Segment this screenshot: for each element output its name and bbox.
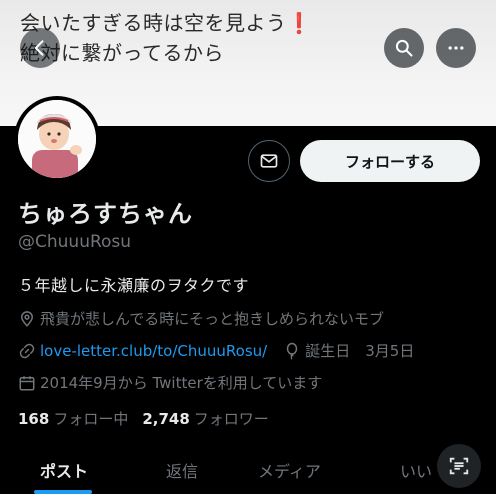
calendar-icon bbox=[18, 374, 36, 392]
profile-link[interactable]: love-letter.club/to/ChuuuRosu/ bbox=[40, 342, 267, 360]
search-icon bbox=[395, 39, 413, 57]
following-label: フォロー中 bbox=[53, 410, 129, 428]
active-tab-indicator bbox=[34, 490, 92, 494]
following-link[interactable]: 168 フォロー中 bbox=[18, 408, 128, 429]
follow-button[interactable]: フォローする bbox=[300, 140, 480, 182]
more-icon bbox=[448, 46, 464, 50]
arrow-left-icon bbox=[34, 40, 44, 56]
scan-text-button[interactable] bbox=[437, 444, 481, 488]
joined-row: 2014年9月から Twitterを利用しています bbox=[18, 372, 322, 393]
followers-link[interactable]: 2,748 フォロワー bbox=[142, 408, 268, 429]
followers-label: フォロワー bbox=[193, 410, 269, 428]
tab-posts[interactable]: ポスト bbox=[40, 458, 88, 482]
birthday: 誕生日 3月5日 bbox=[283, 340, 414, 361]
mail-icon bbox=[260, 154, 278, 168]
exclamation-mark: ❗ bbox=[286, 11, 312, 35]
profile-tabs: ポスト 返信 メディア いい bbox=[0, 446, 496, 494]
scan-text-icon bbox=[449, 457, 469, 475]
tab-likes[interactable]: いい bbox=[400, 458, 432, 482]
joined-text: 2014年9月から Twitterを利用しています bbox=[40, 374, 323, 392]
tab-media[interactable]: メディア bbox=[258, 458, 321, 482]
birthday-text: 誕生日 3月5日 bbox=[305, 342, 415, 360]
followers-count: 2,748 bbox=[142, 410, 190, 428]
user-handle: @ChuuuRosu bbox=[18, 232, 132, 252]
tab-replies[interactable]: 返信 bbox=[166, 458, 198, 482]
display-name: ちゅろすちゃん bbox=[18, 200, 193, 228]
avatar[interactable] bbox=[14, 96, 100, 182]
link-row: love-letter.club/to/ChuuuRosu/ 誕生日 3月5日 bbox=[18, 340, 414, 361]
balloon-icon bbox=[283, 342, 301, 360]
follow-stats: 168 フォロー中 2,748 フォロワー bbox=[18, 408, 269, 429]
search-button[interactable] bbox=[384, 28, 424, 68]
back-button[interactable] bbox=[20, 28, 60, 68]
location-icon bbox=[18, 310, 36, 328]
avatar-image bbox=[18, 100, 96, 178]
banner-line-2: 絶対に繋がってるから bbox=[20, 41, 224, 65]
banner-text: 会いたすぎる時は空を見よう❗ 絶対に繋がってるから bbox=[20, 8, 312, 68]
bio: ５年越しに永瀬廉のヲタクです bbox=[18, 276, 250, 295]
message-button[interactable] bbox=[248, 140, 290, 182]
link-icon bbox=[18, 342, 36, 360]
location-row: 飛貴が悲しんでる時にそっと抱きしめられないモブ bbox=[18, 308, 384, 329]
banner-line-1: 会いたすぎる時は空を見よう bbox=[20, 11, 287, 35]
following-count: 168 bbox=[18, 410, 50, 428]
location-text: 飛貴が悲しんでる時にそっと抱きしめられないモブ bbox=[40, 310, 384, 328]
more-button[interactable] bbox=[436, 28, 476, 68]
